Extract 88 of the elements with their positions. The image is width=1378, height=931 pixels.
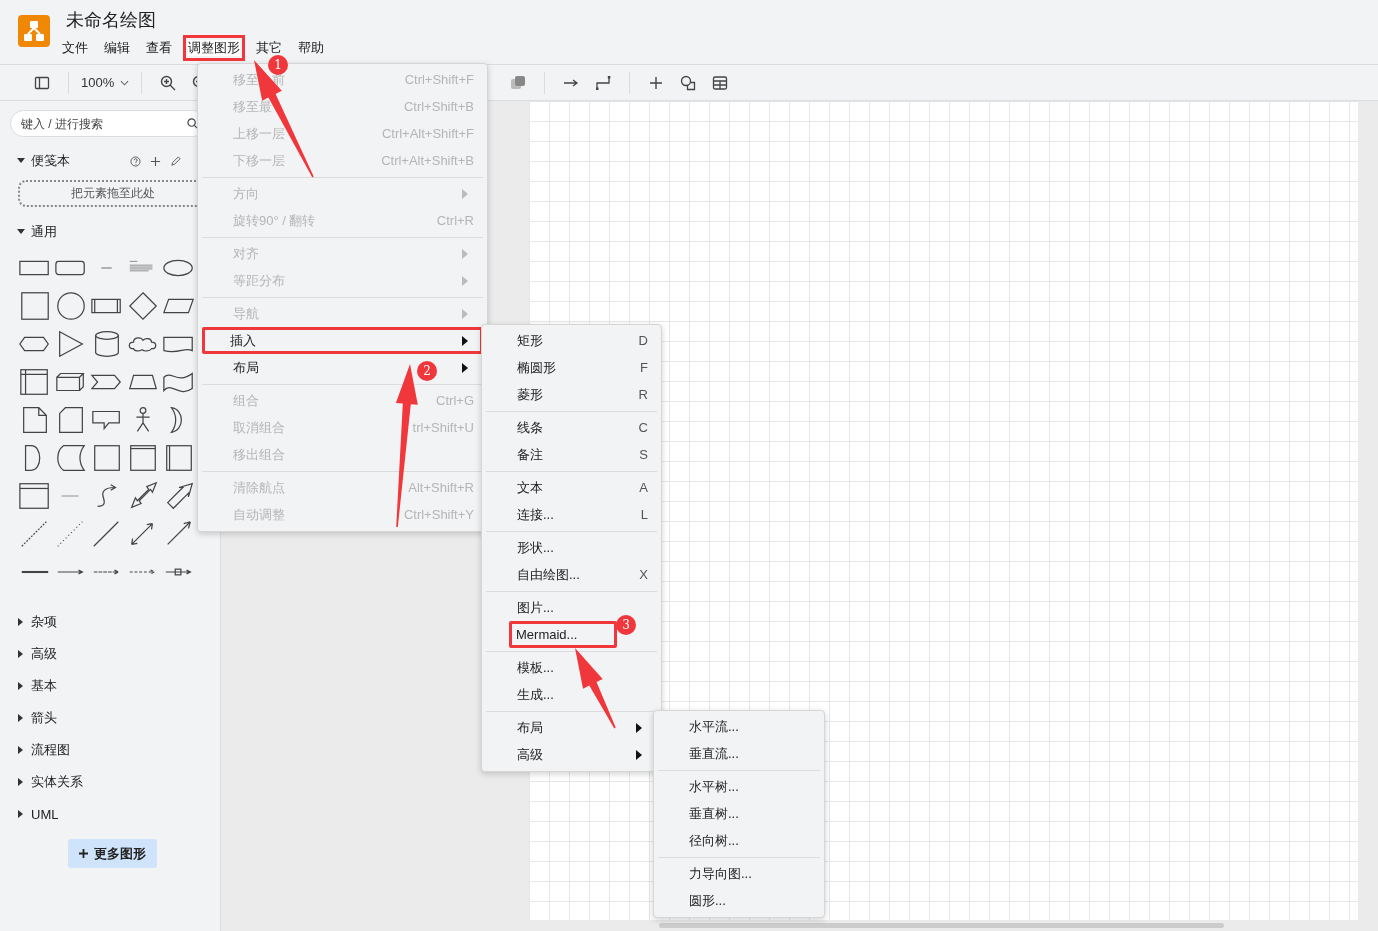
menu-item[interactable]: 力导向图... xyxy=(689,864,752,883)
table-icon[interactable] xyxy=(712,74,729,91)
shortcut-text: Ctrl+R xyxy=(436,213,474,228)
section-title[interactable]: 基本 xyxy=(31,677,57,695)
menu-item[interactable]: 径向树... xyxy=(689,831,739,850)
menu-item[interactable]: 查看 xyxy=(146,40,172,56)
section-title[interactable]: 箭头 xyxy=(31,709,57,727)
menu-item[interactable]: 模板... xyxy=(517,658,554,677)
menu-item[interactable]: 垂直流... xyxy=(689,744,739,763)
waypoint-icon[interactable] xyxy=(595,74,612,91)
menu-item[interactable]: 备注 xyxy=(517,445,543,464)
step-number-badge: 1 xyxy=(268,55,288,75)
shortcut-text: Ctrl+Shift+F xyxy=(404,72,474,87)
section-title[interactable]: 实体关系 xyxy=(31,773,83,791)
shortcut-text: Ctrl+Alt+Shift+F xyxy=(381,126,474,141)
caret-icon xyxy=(120,79,130,86)
caret-icon[interactable] xyxy=(17,228,25,236)
scrollbar[interactable] xyxy=(659,923,1224,928)
to-back-icon[interactable] xyxy=(510,74,527,91)
section-title[interactable]: 通用 xyxy=(31,223,57,241)
plus-icon[interactable] xyxy=(150,155,161,167)
app-logo xyxy=(18,15,50,47)
help-icon[interactable] xyxy=(130,155,141,167)
menu-item[interactable]: 高级 xyxy=(517,745,543,764)
shape-icon[interactable] xyxy=(18,481,52,511)
shortcut-text: A xyxy=(639,480,648,495)
section-title[interactable]: 高级 xyxy=(31,645,57,663)
shortcut-text: D xyxy=(638,333,648,348)
shortcut-text: trl+Shift+U xyxy=(412,420,474,435)
caret-icon[interactable] xyxy=(17,157,25,165)
menu-item[interactable]: 连接... xyxy=(517,505,554,524)
caret-icon[interactable] xyxy=(17,682,25,690)
shape-icon[interactable] xyxy=(126,291,160,321)
shortcut-text: C xyxy=(638,420,648,435)
menu-item[interactable]: 帮助 xyxy=(298,40,324,56)
section-title[interactable]: UML xyxy=(31,806,59,822)
shape-icon[interactable] xyxy=(18,291,52,321)
caret-icon[interactable] xyxy=(17,778,25,786)
menu-item[interactable]: 水平流... xyxy=(689,717,739,736)
zoom-in-icon[interactable] xyxy=(160,74,177,91)
shortcut-text: F xyxy=(640,360,648,375)
menu-item[interactable]: 文本 xyxy=(517,478,543,497)
menu-item[interactable]: 插入 xyxy=(230,331,256,350)
menu-item[interactable]: 椭圆形 xyxy=(517,358,556,377)
menu-item[interactable]: 线条 xyxy=(517,418,543,437)
menu-item[interactable]: 圆形... xyxy=(689,891,726,910)
menu-item[interactable]: 文件 xyxy=(62,40,88,56)
menu-item[interactable]: Mermaid... xyxy=(516,627,578,642)
shortcut-text: S xyxy=(639,447,648,462)
menu-item[interactable]: 矩形 xyxy=(517,331,543,350)
section-title[interactable]: 便笺本 xyxy=(31,152,70,170)
shortcut-text: X xyxy=(639,567,648,582)
shortcut-text: L xyxy=(640,507,648,522)
menu-item[interactable]: 布局 xyxy=(233,358,259,377)
shortcut-text: Alt+Shift+R xyxy=(408,480,474,495)
plus-icon[interactable] xyxy=(648,74,665,91)
shape-icon[interactable] xyxy=(54,443,88,473)
caret-icon[interactable] xyxy=(17,650,25,658)
caret-icon[interactable] xyxy=(17,746,25,754)
shortcut-text: R xyxy=(638,387,648,402)
menu-item[interactable]: 形状... xyxy=(517,538,554,557)
menu-item[interactable]: 图片... xyxy=(517,598,554,617)
shortcut-text: Ctrl+Shift+B xyxy=(403,99,474,114)
caret-icon[interactable] xyxy=(17,618,25,626)
zoom-dropdown[interactable]: 100% xyxy=(79,75,132,90)
menu-item[interactable]: 生成... xyxy=(517,685,554,704)
shortcut-text: Ctrl+Alt+Shift+B xyxy=(381,153,474,168)
caret-icon[interactable] xyxy=(17,714,25,722)
shortcut-text: Ctrl+G xyxy=(436,393,474,408)
shapes-icon[interactable] xyxy=(680,74,697,91)
section-title[interactable]: 杂项 xyxy=(31,613,57,631)
document-title[interactable]: 未命名绘图 xyxy=(66,9,340,31)
menu-item[interactable]: 菱形 xyxy=(517,385,543,404)
menu-item[interactable]: 自由绘图... xyxy=(517,565,580,584)
menu-item[interactable]: 水平树... xyxy=(689,777,739,796)
menu-item[interactable]: 垂直树... xyxy=(689,804,739,823)
menu-item[interactable]: 编辑 xyxy=(104,40,130,56)
search-icon xyxy=(187,118,198,129)
shape-icon[interactable] xyxy=(54,291,88,321)
menu-item[interactable]: 其它 xyxy=(256,40,282,56)
section-title[interactable]: 流程图 xyxy=(31,741,70,759)
plus-icon xyxy=(79,849,88,858)
shortcut-text: Ctrl+Shift+Y xyxy=(403,507,474,522)
menu-item[interactable]: 布局 xyxy=(517,718,543,737)
more-shapes-button[interactable]: 更多图形 xyxy=(68,839,157,868)
caret-icon[interactable] xyxy=(17,810,25,818)
sidebar-toggle-icon[interactable] xyxy=(34,74,50,91)
pencil-icon[interactable] xyxy=(170,155,181,167)
